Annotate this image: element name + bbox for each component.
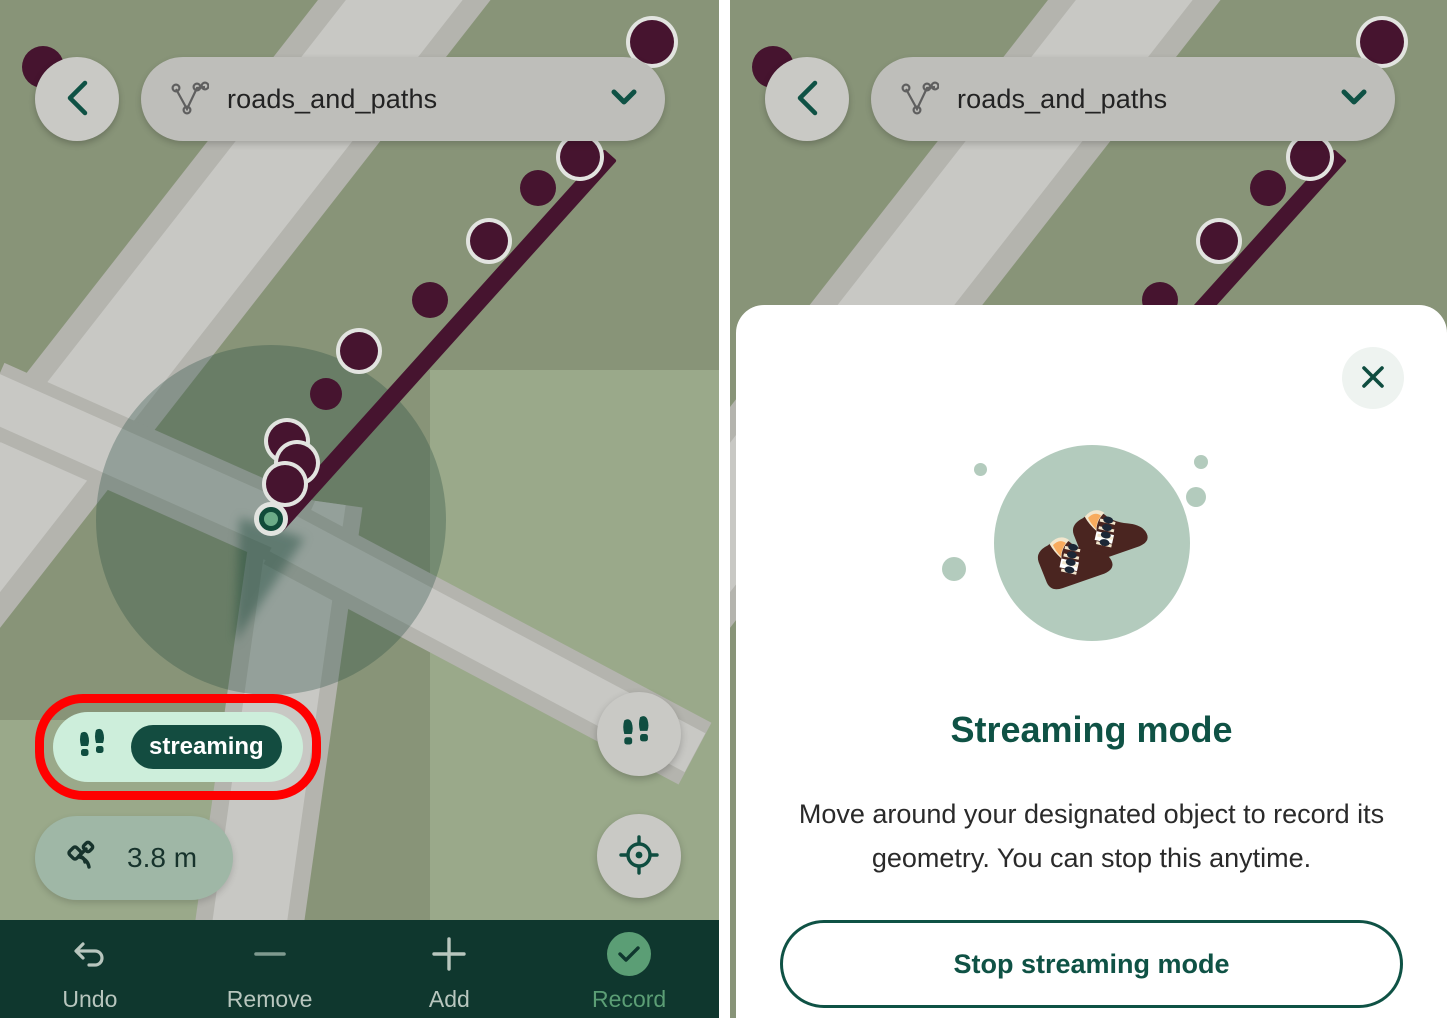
layer-select-dropdown[interactable]: roads_and_paths: [871, 57, 1395, 141]
geometry-vertex[interactable]: [1200, 222, 1238, 260]
bottom-navigation-bar: Undo Remove Add Record: [0, 920, 719, 1018]
streaming-badge-label: streaming: [131, 725, 282, 769]
running-shoes-icon: [1026, 497, 1162, 602]
nav-label-add: Add: [428, 985, 470, 1012]
screenshot-root: roads_and_paths streaming 3.8 m Undo Rem…: [0, 0, 1447, 1018]
close-dialog-button[interactable]: [1342, 347, 1404, 409]
undo-arrow-icon: [71, 932, 109, 976]
dialog-title: Streaming mode: [950, 709, 1233, 750]
geometry-vertex[interactable]: [520, 170, 556, 206]
illustration-accent-dot: [1185, 487, 1206, 507]
geometry-vertex[interactable]: [310, 378, 342, 410]
nav-label-record: Record: [592, 985, 667, 1012]
close-x-icon: [1357, 361, 1389, 396]
nav-item-undo[interactable]: Undo: [0, 920, 180, 1018]
footsteps-icon: [75, 725, 115, 770]
layer-select-dropdown[interactable]: roads_and_paths: [141, 57, 665, 141]
line-geometry-icon: [899, 75, 940, 124]
record-active-circle: [607, 931, 652, 976]
back-button[interactable]: [35, 57, 119, 141]
chevron-left-icon: [62, 79, 92, 120]
top-bar: roads_and_paths: [765, 57, 1395, 141]
nav-label-undo: Undo: [62, 985, 118, 1012]
check-circle-icon: [607, 931, 652, 976]
streaming-status-pill[interactable]: streaming: [53, 712, 303, 782]
minus-icon: [250, 932, 290, 976]
geometry-vertex[interactable]: [340, 332, 378, 370]
modal-sheet-container: Streaming mode Move around your designat…: [730, 305, 1447, 1018]
geometry-vertex[interactable]: [560, 137, 600, 177]
geometry-vertex[interactable]: [470, 222, 508, 260]
dialog-illustration: [941, 445, 1242, 641]
nav-item-record[interactable]: Record: [539, 920, 719, 1018]
line-geometry-icon: [169, 75, 210, 124]
illustration-accent-dot: [941, 557, 966, 581]
user-location-marker: [254, 502, 288, 536]
back-button[interactable]: [765, 57, 849, 141]
gps-accuracy-pill: 3.8 m: [35, 816, 233, 900]
layer-name-label: roads_and_paths: [227, 83, 438, 114]
illustration-accent-dot: [1193, 455, 1208, 469]
geometry-vertex[interactable]: [1290, 137, 1330, 177]
dialog-description: Move around your designated object to re…: [798, 799, 1385, 873]
footsteps-icon: [618, 712, 660, 757]
geometry-vertex[interactable]: [1250, 170, 1286, 206]
status-pill-stack: streaming 3.8 m: [35, 694, 321, 900]
nav-item-add[interactable]: Add: [360, 920, 540, 1018]
locate-me-fab[interactable]: [597, 814, 681, 898]
stop-streaming-button[interactable]: Stop streaming mode: [780, 920, 1403, 1008]
top-bar: roads_and_paths: [35, 57, 665, 141]
footsteps-fab[interactable]: [597, 692, 681, 776]
chevron-down-icon[interactable]: [609, 87, 639, 112]
crosshair-target-icon: [617, 833, 661, 880]
user-location-dot: [264, 512, 278, 526]
layer-name-label: roads_and_paths: [957, 83, 1168, 114]
nav-item-remove[interactable]: Remove: [180, 920, 360, 1018]
map-fab-stack: [597, 692, 681, 898]
geometry-vertex[interactable]: [412, 282, 448, 318]
streaming-status-highlight: streaming: [35, 694, 321, 800]
illustration-accent-dot: [973, 463, 987, 476]
streaming-mode-dialog: Streaming mode Move around your designat…: [736, 305, 1447, 1018]
chevron-down-icon[interactable]: [1339, 87, 1369, 112]
phone-screen-right: roads_and_paths Streaming mode Move arou…: [730, 0, 1447, 1018]
plus-icon: [429, 932, 469, 976]
gps-accuracy-value: 3.8 m: [127, 842, 198, 873]
nav-label-remove: Remove: [226, 985, 313, 1012]
chevron-left-icon: [792, 79, 822, 120]
geometry-vertex[interactable]: [266, 465, 304, 503]
phone-screen-left: roads_and_paths streaming 3.8 m Undo Rem…: [0, 0, 719, 1018]
satellite-icon: [65, 836, 105, 881]
